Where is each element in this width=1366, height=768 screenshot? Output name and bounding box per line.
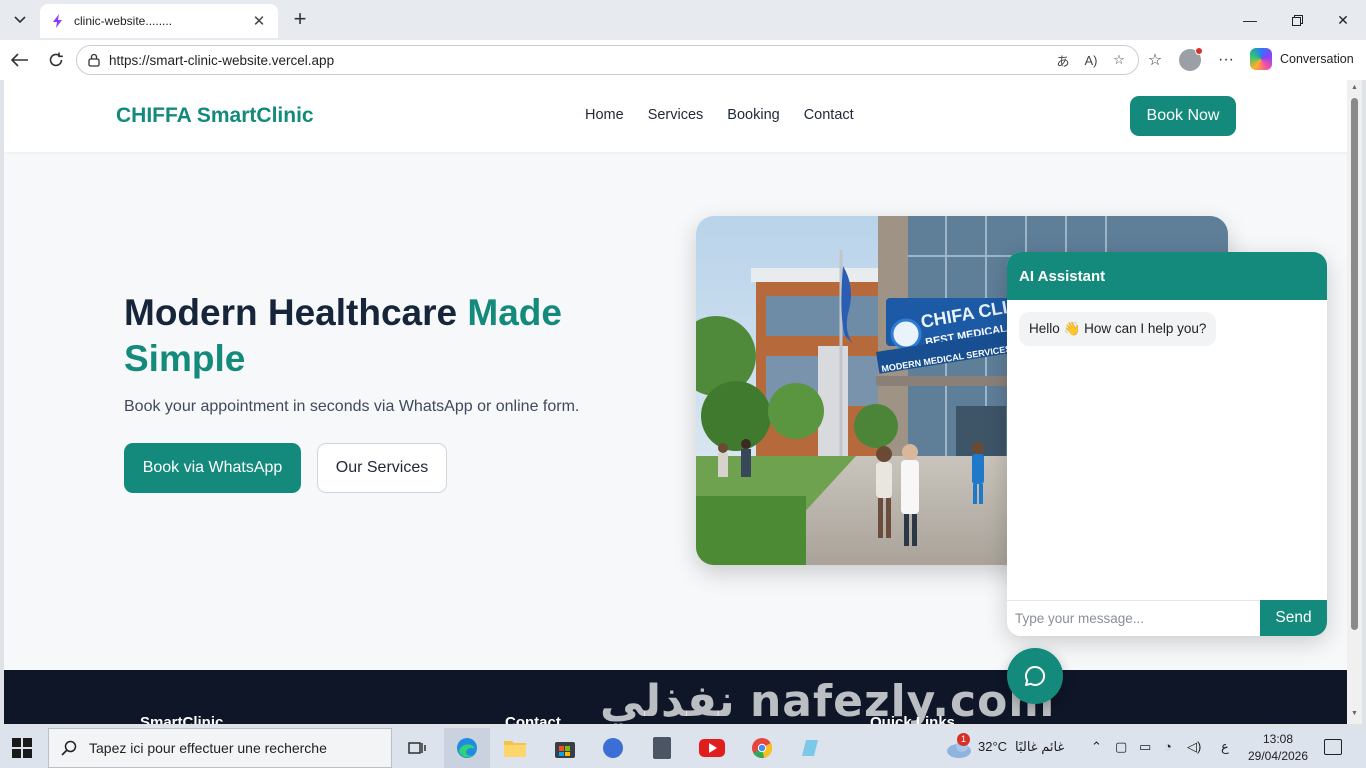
hero-title: Modern Healthcare Made Simple [124, 290, 644, 382]
url-text[interactable]: https://smart-clinic-website.vercel.app [109, 53, 1046, 68]
book-now-button[interactable]: Book Now [1130, 96, 1236, 136]
windows-taskbar: Tapez ici pour effectuer une recherche 1… [0, 728, 1366, 768]
chat-send-button[interactable]: Send [1260, 600, 1327, 636]
scroll-thumb[interactable] [1351, 98, 1358, 630]
read-aloud-icon[interactable]: A) [1080, 49, 1102, 71]
favorite-star-icon[interactable]: ☆ [1108, 49, 1130, 71]
edge-browser-icon[interactable] [453, 734, 481, 762]
app-icon-notes[interactable] [796, 734, 824, 762]
lock-icon [88, 53, 100, 67]
refresh-icon[interactable] [44, 48, 68, 72]
notifications-icon[interactable] [1324, 739, 1342, 755]
tray-chevron-up-icon[interactable]: ⌃ [1091, 739, 1102, 755]
site-header: CHIFFA SmartClinic Home Services Booking… [4, 80, 1347, 152]
chat-message-input[interactable] [1007, 600, 1260, 636]
main-nav: Home Services Booking Contact [585, 107, 854, 123]
site-brand[interactable]: CHIFFA SmartClinic [116, 104, 314, 128]
windows-start-icon[interactable] [12, 738, 32, 758]
vercel-bolt-icon [53, 14, 62, 28]
chrome-icon[interactable] [748, 734, 776, 762]
app-icon-document[interactable] [648, 734, 676, 762]
copilot-button[interactable]: Conversation [1250, 48, 1354, 70]
watermark: نفذلي nafezly.com [600, 676, 1056, 724]
file-explorer-icon[interactable] [501, 734, 529, 762]
notification-dot [1195, 47, 1203, 55]
close-window-icon[interactable]: ✕ [1330, 8, 1356, 32]
taskbar-clock[interactable]: 13:08 29/04/2026 [1246, 731, 1310, 765]
microsoft-store-icon[interactable] [551, 734, 579, 762]
input-language[interactable]: ع [1221, 739, 1229, 755]
volume-icon[interactable]: ◁) [1187, 739, 1201, 755]
weather-temp[interactable]: 32°C [978, 739, 1007, 754]
search-icon [61, 740, 77, 756]
nav-services[interactable]: Services [648, 107, 704, 123]
new-tab-plus-icon[interactable]: + [288, 8, 312, 32]
weather-badge: 1 [957, 733, 970, 746]
restore-icon[interactable] [1284, 8, 1310, 32]
minimize-icon[interactable]: — [1237, 8, 1263, 32]
chat-bot-message: Hello 👋 How can I help you? [1019, 312, 1217, 346]
wifi-icon[interactable]: ◔ [1164, 739, 1172, 754]
task-view-icon[interactable] [403, 734, 431, 762]
tray-app-icon[interactable]: ▢ [1115, 739, 1127, 755]
footer-heading-smartclinic: SmartClinic [140, 714, 224, 724]
browser-tab-bar: clinic-website........ ✕ + — ✕ [0, 0, 1366, 40]
nav-contact[interactable]: Contact [804, 107, 854, 123]
taskbar-search[interactable]: Tapez ici pour effectuer une recherche [48, 728, 392, 768]
favorites-list-icon[interactable]: ☆ [1143, 48, 1167, 72]
back-arrow-icon[interactable] [8, 48, 32, 72]
nav-home[interactable]: Home [585, 107, 624, 123]
browser-toolbar: https://smart-clinic-website.vercel.app … [0, 40, 1366, 80]
chat-bubble-icon [1025, 665, 1046, 686]
translate-icon[interactable]: あ [1052, 49, 1074, 71]
tab-close-icon[interactable]: ✕ [250, 12, 268, 30]
scroll-up-icon[interactable]: ▲ [1350, 84, 1359, 93]
scroll-down-icon[interactable]: ▼ [1350, 710, 1359, 719]
chat-title: AI Assistant [1007, 252, 1327, 300]
weather-desc[interactable]: غائم غالبًا [1015, 739, 1064, 755]
tab-title: clinic-website........ [74, 14, 173, 28]
footer-heading-contact: Contact [505, 714, 561, 724]
youtube-icon[interactable] [698, 734, 726, 762]
more-menu-icon[interactable]: ··· [1214, 48, 1238, 72]
book-via-whatsapp-button[interactable]: Book via WhatsApp [124, 443, 301, 493]
our-services-button[interactable]: Our Services [317, 443, 447, 493]
address-bar[interactable]: https://smart-clinic-website.vercel.app … [76, 45, 1139, 75]
browser-tab-active[interactable]: clinic-website........ ✕ [40, 4, 278, 38]
copilot-logo-icon [1250, 48, 1272, 70]
search-placeholder: Tapez ici pour effectuer une recherche [89, 740, 327, 756]
copilot-label: Conversation [1280, 52, 1354, 66]
profile-avatar[interactable] [1179, 47, 1203, 71]
ai-assistant-chat: AI Assistant Hello 👋 How can I help you?… [1007, 252, 1327, 636]
hero-title-main: Modern Healthcare [124, 292, 468, 333]
chat-toggle-button[interactable] [1007, 648, 1063, 704]
clock-time: 13:08 [1262, 732, 1294, 746]
battery-icon[interactable]: ▭ [1139, 739, 1151, 755]
app-icon-blue[interactable] [599, 734, 627, 762]
nav-booking[interactable]: Booking [727, 107, 779, 123]
hero-subtitle: Book your appointment in seconds via Wha… [124, 398, 580, 415]
tab-list-chevron-icon[interactable] [6, 6, 34, 34]
clock-date: 29/04/2026 [1247, 749, 1309, 763]
page-scrollbar[interactable]: ▲ ▼ [1347, 80, 1362, 724]
page-viewport: CHIFFA SmartClinic Home Services Booking… [4, 80, 1347, 724]
